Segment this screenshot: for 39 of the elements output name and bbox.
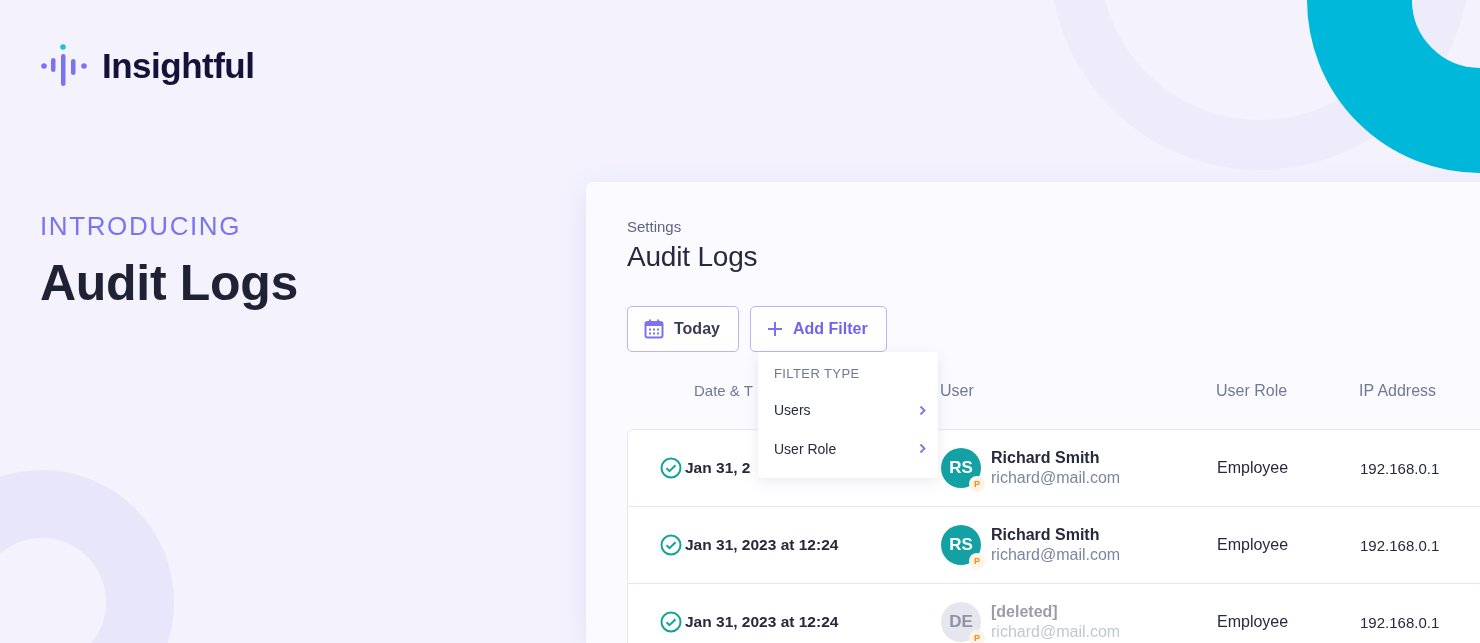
filter-menu-item[interactable]: User Role	[774, 429, 926, 468]
column-header: IP Address	[1359, 381, 1438, 400]
column-header: Date & T	[693, 382, 754, 399]
role-badge: P	[969, 630, 985, 643]
check-circle-icon	[660, 534, 682, 556]
user-role: Employee	[1217, 613, 1290, 631]
date-range-button[interactable]: Today	[627, 306, 739, 352]
plus-icon	[766, 321, 783, 337]
user-name: Richard Smith	[991, 526, 1101, 544]
brand-name: Insightful	[102, 46, 255, 86]
filter-menu-item[interactable]: Users	[774, 391, 926, 430]
page-title: Audit Logs	[627, 241, 759, 273]
role-badge: P	[969, 553, 985, 569]
add-filter-button[interactable]: Add Filter	[749, 306, 887, 352]
column-header: User	[940, 381, 975, 400]
check-circle-icon	[660, 611, 682, 633]
ip-address: 192.168.0.1	[1360, 536, 1441, 554]
ip-address: 192.168.0.1	[1360, 459, 1441, 477]
user-email: richard@mail.com	[991, 623, 1121, 641]
user-name: Richard Smith	[991, 449, 1101, 467]
breadcrumb[interactable]: Settings	[627, 218, 1480, 235]
filter-type-heading: FILTER TYPE	[774, 366, 861, 381]
column-header: User Role	[1216, 381, 1289, 400]
user-email: richard@mail.com	[991, 546, 1121, 564]
user-role: Employee	[1217, 536, 1290, 554]
chevron-right-icon	[919, 443, 926, 455]
date-time: Jan 31, 2023 at 12:24	[685, 536, 840, 554]
user-email: richard@mail.com	[991, 469, 1121, 487]
check-circle-icon	[660, 457, 682, 479]
date-time: Jan 31, 2	[685, 459, 752, 477]
user-role: Employee	[1217, 459, 1290, 477]
eyebrow-text: INTRODUCING	[40, 211, 243, 242]
role-badge: P	[969, 476, 985, 492]
chevron-right-icon	[919, 404, 926, 416]
user-name: [deleted]	[991, 603, 1059, 621]
calendar-icon	[644, 319, 664, 339]
hero-title: Audit Logs	[40, 254, 300, 312]
ip-address: 192.168.0.1	[1360, 613, 1441, 631]
date-time: Jan 31, 2023 at 12:24	[685, 613, 840, 631]
